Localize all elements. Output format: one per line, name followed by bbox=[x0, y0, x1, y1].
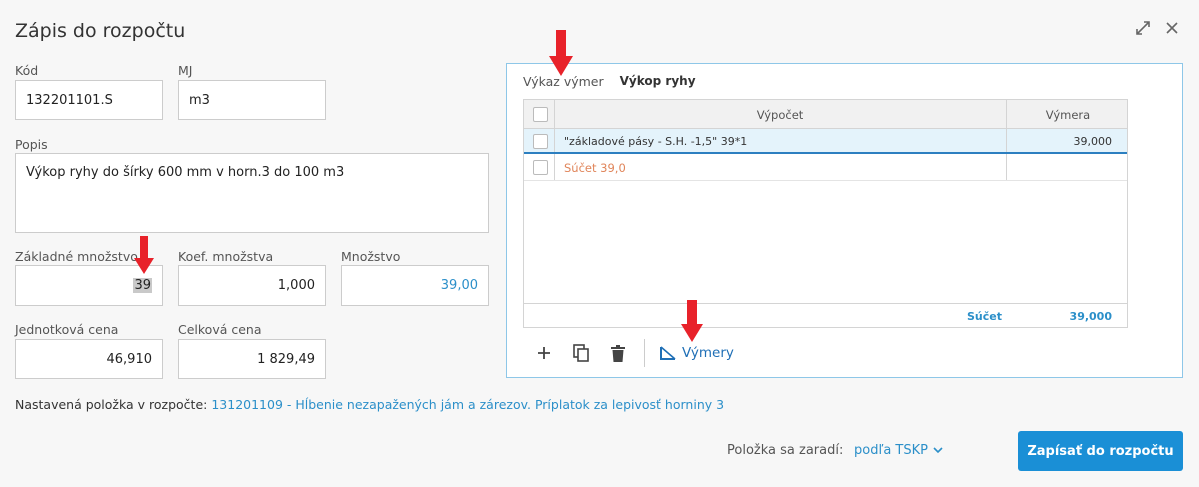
selected-text: 39 bbox=[133, 278, 152, 293]
copy-row-button[interactable] bbox=[570, 342, 592, 364]
zakladne-mnozstvo-label: Základné množstvo bbox=[15, 249, 138, 264]
koef-mnozstva-input[interactable]: 1,000 bbox=[178, 265, 326, 306]
vymery-button[interactable]: Výmery bbox=[659, 345, 734, 361]
submit-button[interactable]: Zapísať do rozpočtu bbox=[1018, 431, 1183, 471]
kod-input[interactable]: 132201101.S bbox=[15, 80, 163, 120]
column-divider bbox=[1006, 129, 1007, 152]
row-vymera: 39,000 bbox=[1073, 135, 1113, 148]
row-checkbox[interactable] bbox=[533, 134, 548, 149]
trash-icon bbox=[611, 344, 625, 362]
ruler-icon bbox=[660, 346, 676, 360]
delete-row-button[interactable] bbox=[607, 342, 629, 364]
popis-label: Popis bbox=[15, 137, 48, 152]
plus-icon bbox=[538, 347, 550, 359]
close-icon[interactable] bbox=[1165, 21, 1179, 35]
vymery-label: Výmery bbox=[682, 345, 734, 361]
jednotkova-cena-input[interactable]: 46,910 bbox=[15, 339, 163, 379]
measurement-panel: Výkaz výmer Výkop ryhy Výpočet Výmera "z… bbox=[506, 63, 1183, 378]
copy-icon bbox=[573, 344, 589, 362]
select-all-checkbox[interactable] bbox=[533, 107, 548, 122]
add-row-button[interactable] bbox=[533, 342, 555, 364]
koef-mnozstva-label: Koef. množstva bbox=[178, 249, 274, 264]
row-checkbox[interactable] bbox=[533, 160, 548, 175]
table-row[interactable]: "základové pásy - S.H. -1,5" 39*1 39,000 bbox=[524, 129, 1127, 154]
window-controls bbox=[1135, 20, 1179, 36]
column-header-vymera[interactable]: Výmera bbox=[1007, 108, 1129, 122]
mj-input[interactable]: m3 bbox=[178, 80, 326, 120]
chevron-down-icon bbox=[933, 447, 943, 454]
budget-entry-dialog: Zápis do rozpočtu Kód 132201101.S MJ m3 … bbox=[0, 0, 1199, 487]
kod-label: Kód bbox=[15, 63, 39, 78]
column-divider bbox=[554, 154, 555, 180]
celkova-cena-input[interactable]: 1 829,49 bbox=[178, 339, 326, 379]
measurement-grid: Výpočet Výmera "základové pásy - S.H. -1… bbox=[523, 99, 1128, 328]
grid-footer: Súčet 39,000 bbox=[524, 303, 1127, 328]
zaradi-dropdown[interactable]: podľa TSKP bbox=[854, 443, 943, 458]
column-header-vypocet[interactable]: Výpočet bbox=[554, 108, 1006, 122]
annotation-arrow-icon bbox=[549, 30, 573, 76]
info-prefix: Nastavená položka v rozpočte: bbox=[15, 397, 208, 412]
budget-item-info: Nastavená položka v rozpočte: 131201109 … bbox=[15, 397, 724, 412]
tab-vykop-ryhy[interactable]: Výkop ryhy bbox=[620, 74, 696, 89]
annotation-arrow-icon bbox=[134, 236, 154, 274]
column-divider bbox=[554, 129, 555, 152]
mj-label: MJ bbox=[178, 63, 193, 78]
annotation-arrow-icon bbox=[681, 300, 703, 342]
celkova-cena-label: Celková cena bbox=[178, 322, 262, 337]
row-vypocet: "základové pásy - S.H. -1,5" 39*1 bbox=[564, 135, 748, 148]
popis-textarea[interactable]: Výkop ryhy do šírky 600 mm v horn.3 do 1… bbox=[15, 153, 489, 233]
mnozstvo-label: Množstvo bbox=[341, 249, 401, 264]
grid-header: Výpočet Výmera bbox=[524, 100, 1127, 129]
row-sucet: Súčet 39,0 bbox=[564, 161, 626, 175]
budget-item-link[interactable]: 131201109 - Hĺbenie nezapažených jám a z… bbox=[211, 397, 724, 412]
tab-vykaz-vymer[interactable]: Výkaz výmer bbox=[523, 74, 604, 89]
panel-toolbar: Výmery bbox=[533, 339, 734, 367]
dialog-title: Zápis do rozpočtu bbox=[15, 20, 186, 42]
table-row[interactable]: Súčet 39,0 bbox=[524, 154, 1127, 181]
expand-icon[interactable] bbox=[1135, 20, 1151, 36]
column-divider bbox=[1006, 154, 1007, 180]
zaradi-value: podľa TSKP bbox=[854, 443, 928, 458]
zaradi-label: Položka sa zaradí: bbox=[727, 443, 844, 458]
jednotkova-cena-label: Jednotková cena bbox=[15, 322, 119, 337]
mnozstvo-input[interactable]: 39,00 bbox=[341, 265, 489, 306]
toolbar-divider bbox=[644, 339, 645, 367]
footer-sucet-value: 39,000 bbox=[1069, 310, 1112, 323]
footer-sucet-label: Súčet bbox=[967, 310, 1002, 323]
panel-tabs: Výkaz výmer Výkop ryhy bbox=[523, 74, 696, 89]
